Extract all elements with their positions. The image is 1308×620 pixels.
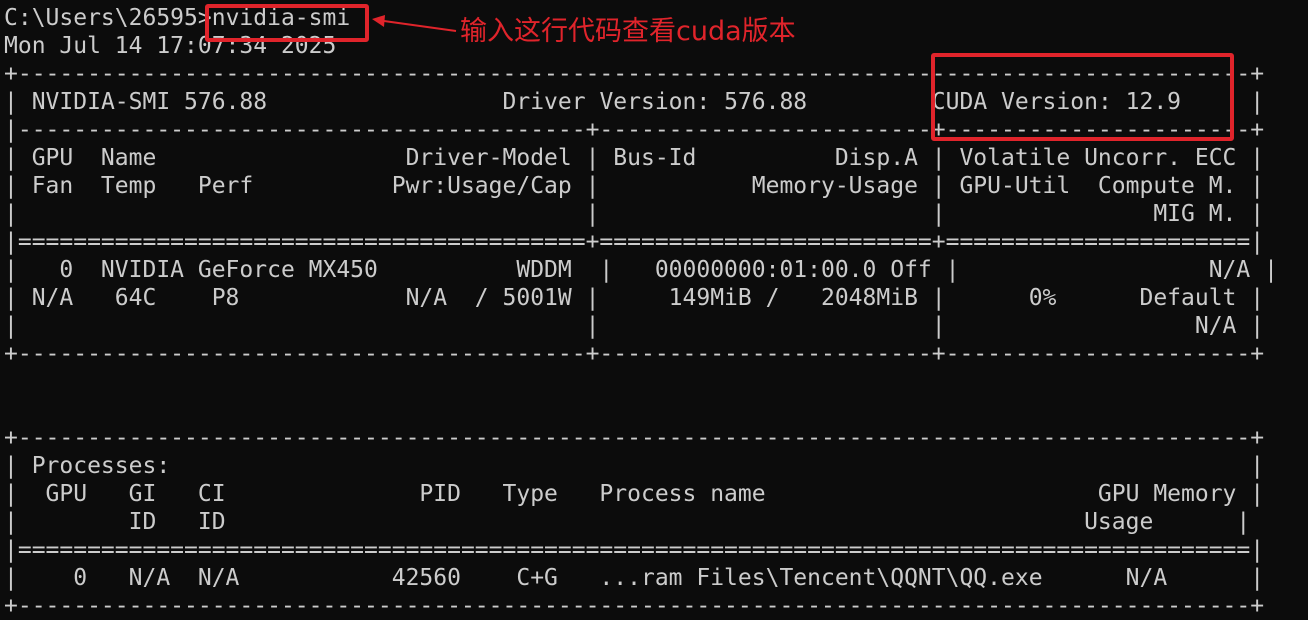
- gpu-column-header: | Fan Temp Perf Pwr:Usage/Cap | Memory-U…: [4, 173, 1265, 199]
- table-divider: |=======================================…: [4, 537, 1265, 563]
- process-column-header: | GPU GI CI PID Type Process name GPU Me…: [4, 481, 1265, 507]
- prompt-path: C:\Users\26595>: [4, 5, 212, 31]
- terminal-output[interactable]: C:\Users\26595>nvidia-smi Mon Jul 14 17:0…: [4, 4, 1278, 620]
- cuda-version: CUDA Version: 12.9: [931, 89, 1182, 115]
- driver-version: Driver Version: 576.88: [502, 89, 808, 115]
- process-row: | 0 N/A N/A 42560 C+G ...ram Files\Tence…: [4, 565, 1265, 591]
- table-border: |---------------------------------------…: [4, 117, 1265, 143]
- process-column-header: | ID ID Usage |: [4, 509, 1251, 535]
- processes-title: | Processes: |: [4, 453, 1265, 479]
- table-border: +---------------------------------------…: [4, 425, 1265, 451]
- table-border: +---------------------------------------…: [4, 593, 1265, 619]
- command-text: nvidia-smi: [211, 5, 351, 31]
- smi-header-row: | NVIDIA-SMI 576.88 Driver Version: 576.…: [4, 89, 1265, 115]
- gpu-row: | | | N/A |: [4, 313, 1265, 339]
- gpu-row: | N/A 64C P8 N/A / 5001W | 149MiB / 2048…: [4, 285, 1265, 311]
- table-divider: |=======================================…: [4, 229, 1265, 255]
- annotation-text: 输入这行代码查看cuda版本: [460, 16, 796, 47]
- gpu-column-header: | GPU Name Driver-Model | Bus-Id Disp.A …: [4, 145, 1265, 171]
- gpu-row: | 0 NVIDIA GeForce MX450 WDDM | 00000000…: [4, 257, 1278, 283]
- smi-version: NVIDIA-SMI 576.88: [31, 89, 268, 115]
- table-border: +---------------------------------------…: [4, 61, 1265, 87]
- table-border: +---------------------------------------…: [4, 341, 1265, 367]
- gpu-column-header: | | | MIG M. |: [4, 201, 1265, 227]
